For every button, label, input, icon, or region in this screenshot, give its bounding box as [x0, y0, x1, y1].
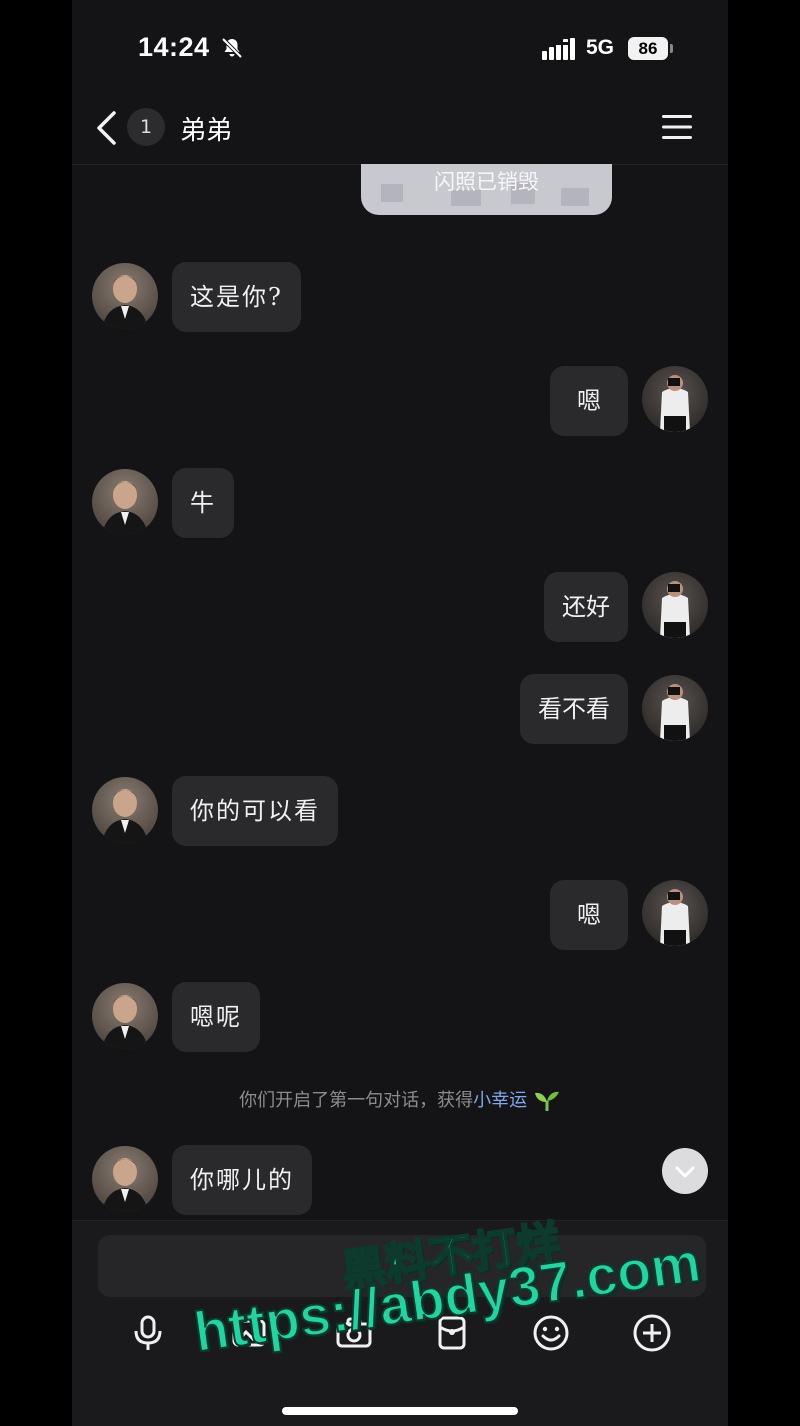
- home-indicator: [282, 1407, 518, 1415]
- contact-avatar[interactable]: [92, 777, 158, 843]
- message-bubble-incoming[interactable]: 嗯呢: [172, 982, 260, 1052]
- chat-header: 1 弟弟: [72, 96, 728, 165]
- status-time: 14:24: [138, 32, 210, 62]
- sprout-icon: [534, 1091, 559, 1111]
- my-avatar[interactable]: [642, 572, 708, 638]
- lucky-link[interactable]: 小幸运: [473, 1090, 527, 1111]
- plus-icon[interactable]: [632, 1313, 672, 1353]
- my-avatar[interactable]: [642, 366, 708, 432]
- system-message-text: 你们开启了第一句对话，获得: [239, 1090, 474, 1111]
- mute-bell-icon: [221, 37, 243, 59]
- menu-icon[interactable]: [662, 114, 692, 140]
- battery-level: 86: [628, 37, 668, 60]
- network-type: 5G: [586, 36, 615, 59]
- message-bubble-outgoing[interactable]: 看不看: [520, 674, 628, 744]
- back-arrow-icon[interactable]: [94, 110, 118, 146]
- flash-destroyed-label: 闪照已销毁: [434, 170, 539, 194]
- my-avatar[interactable]: [642, 675, 708, 741]
- battery-tip: [670, 44, 673, 53]
- status-bar: 14:24 5G 86: [72, 0, 728, 96]
- chat-title[interactable]: 弟弟: [180, 110, 232, 147]
- unread-count-badge[interactable]: 1: [127, 108, 165, 146]
- message-bubble-incoming[interactable]: 你哪儿的: [172, 1145, 312, 1215]
- message-bubble-incoming[interactable]: 这是你?: [172, 262, 301, 332]
- system-message: 你们开启了第一句对话，获得小幸运: [72, 1086, 728, 1112]
- message-bubble-incoming[interactable]: 你的可以看: [172, 776, 338, 846]
- message-bubble-outgoing[interactable]: 嗯: [550, 880, 628, 950]
- contact-avatar[interactable]: [92, 1146, 158, 1212]
- chevron-down-icon: [675, 1166, 695, 1178]
- contact-avatar[interactable]: [92, 263, 158, 329]
- my-avatar[interactable]: [642, 880, 708, 946]
- flash-photo-bubble[interactable]: 闪照已销毁: [361, 164, 612, 215]
- message-bubble-incoming[interactable]: 牛: [172, 468, 234, 538]
- mic-icon[interactable]: [128, 1313, 168, 1353]
- contact-avatar[interactable]: [92, 983, 158, 1049]
- scroll-to-bottom-button[interactable]: [662, 1148, 708, 1194]
- emoji-icon[interactable]: [531, 1313, 571, 1353]
- signal-icon: [542, 38, 575, 60]
- message-bubble-outgoing[interactable]: 还好: [544, 572, 628, 642]
- contact-avatar[interactable]: [92, 469, 158, 535]
- message-bubble-outgoing[interactable]: 嗯: [550, 366, 628, 436]
- chat-screen: 14:24 5G 86 1 弟弟 闪照已销毁 这是你? 嗯 牛 还好 看不看 你…: [72, 0, 728, 1426]
